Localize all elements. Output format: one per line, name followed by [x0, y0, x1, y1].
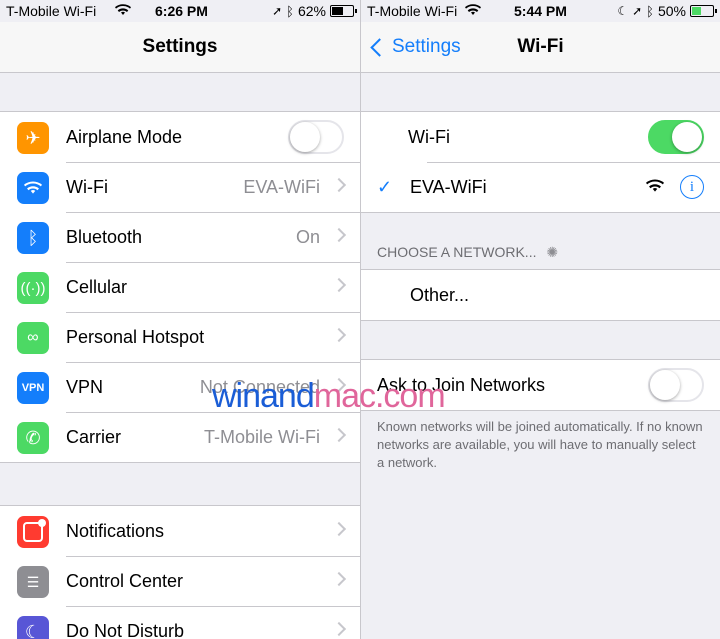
settings-pane: T-Mobile Wi-Fi 6:26 PM ➚ ᛒ 62% Settings … — [0, 0, 360, 639]
row-label: Wi-Fi — [66, 176, 108, 197]
phone-icon: ✆ — [17, 422, 49, 454]
checkmark-icon: ✓ — [377, 176, 393, 197]
status-right: ☾ ➚ ᛒ 50% — [617, 3, 717, 19]
bluetooth-icon: ᛒ — [17, 222, 49, 254]
ask-join-toggle[interactable] — [648, 368, 704, 402]
wifi-signal-icon — [115, 3, 131, 19]
moon-icon: ☾ — [17, 616, 49, 639]
wifi-toggle-row: Wi-Fi — [361, 112, 720, 162]
network-name: EVA-WiFi — [410, 176, 487, 197]
info-icon[interactable]: i — [680, 175, 704, 199]
row-label: Notifications — [66, 520, 165, 541]
row-detail: On — [295, 226, 320, 247]
row-label: Airplane Mode — [66, 126, 183, 147]
settings-row-notifications[interactable]: Notifications — [0, 506, 360, 556]
wifi-pane: T-Mobile Wi-Fi 5:44 PM ☾ ➚ ᛒ 50% Setting… — [361, 0, 720, 639]
battery-percent: 62% — [297, 3, 326, 19]
wifi-signal-icon — [465, 3, 481, 19]
chevron-right-icon — [331, 277, 347, 293]
row-label: Control Center — [66, 570, 184, 591]
watermark: winandmac.com — [212, 377, 446, 416]
row-label: Do Not Disturb — [66, 620, 185, 639]
chevron-right-icon — [331, 621, 347, 637]
location-arrow-icon: ➚ — [632, 4, 643, 18]
nav-bar: Settings Wi-Fi — [361, 22, 720, 73]
airplane-icon: ✈ — [17, 122, 49, 154]
clock-text: 6:26 PM — [155, 3, 208, 19]
airplane-mode-toggle[interactable] — [288, 120, 344, 154]
nav-bar: Settings — [0, 22, 360, 73]
bluetooth-status-icon: ᛒ — [646, 3, 654, 19]
carrier-text: T-Mobile Wi-Fi — [367, 3, 458, 19]
watermark-part1: winand — [212, 377, 315, 415]
settings-row-do-not-disturb[interactable]: ☾ Do Not Disturb — [0, 606, 360, 639]
settings-row-bluetooth[interactable]: ᛒ Bluetooth On — [0, 212, 360, 262]
spinner-icon: ✺ — [546, 244, 559, 260]
other-network-row[interactable]: Other... — [361, 270, 720, 320]
hotspot-icon: ∞ — [17, 322, 49, 354]
connected-network-row[interactable]: ✓ EVA-WiFi i — [361, 162, 720, 212]
battery-icon — [330, 5, 357, 17]
settings-row-personal-hotspot[interactable]: ∞ Personal Hotspot — [0, 312, 360, 362]
page-title: Wi-Fi — [517, 36, 564, 57]
settings-group-system: Notifications ☰ Control Center ☾ Do Not Dist… — [0, 505, 360, 639]
wifi-toggle[interactable] — [648, 120, 704, 154]
choose-network-header: CHOOSE A NETWORK... ✺ — [377, 244, 558, 261]
vpn-icon: VPN — [17, 372, 49, 404]
notifications-icon — [17, 516, 49, 548]
row-label: VPN — [66, 376, 104, 397]
settings-row-airplane-mode[interactable]: ✈ Airplane Mode — [0, 112, 360, 162]
chevron-right-icon — [331, 571, 347, 587]
row-detail: T-Mobile Wi-Fi — [204, 426, 320, 447]
other-network-group: Other... — [361, 269, 720, 321]
settings-row-wi-fi[interactable]: Wi-Fi EVA-WiFi — [0, 162, 360, 212]
chevron-right-icon — [331, 227, 347, 243]
battery-icon — [690, 5, 717, 17]
wifi-label: Wi-Fi — [408, 126, 450, 147]
choose-network-text: CHOOSE A NETWORK... — [377, 244, 537, 260]
wifi-group: Wi-Fi ✓ EVA-WiFi i — [361, 111, 720, 213]
row-detail: EVA-WiFi — [243, 176, 320, 197]
settings-row-control-center[interactable]: ☰ Control Center — [0, 556, 360, 606]
row-label: Carrier — [66, 426, 122, 447]
watermark-part2: mac.com — [313, 377, 446, 415]
row-label: Personal Hotspot — [66, 326, 205, 347]
row-label: Bluetooth — [66, 226, 143, 247]
ask-join-footer: Known networks will be joined automatica… — [377, 419, 703, 470]
chevron-right-icon — [331, 427, 347, 443]
bluetooth-status-icon: ᛒ — [286, 3, 294, 19]
chevron-right-icon — [331, 521, 347, 537]
status-bar: T-Mobile Wi-Fi 6:26 PM ➚ ᛒ 62% — [0, 0, 360, 22]
other-label: Other... — [410, 284, 470, 305]
battery-percent: 50% — [657, 3, 686, 19]
carrier-text: T-Mobile Wi-Fi — [6, 3, 97, 19]
clock-text: 5:44 PM — [514, 3, 567, 19]
chevron-right-icon — [331, 327, 347, 343]
wifi-icon — [17, 172, 49, 204]
row-label: Cellular — [66, 276, 128, 297]
page-title: Settings — [142, 36, 218, 57]
status-bar: T-Mobile Wi-Fi 5:44 PM ☾ ➚ ᛒ 50% — [361, 0, 720, 22]
moon-status-icon: ☾ — [617, 4, 629, 18]
location-arrow-icon: ➚ — [272, 4, 283, 18]
settings-row-carrier[interactable]: ✆ Carrier T-Mobile Wi-Fi — [0, 412, 360, 462]
control-center-icon: ☰ — [17, 566, 49, 598]
status-right: ➚ ᛒ 62% — [272, 3, 357, 19]
cellular-icon: ((·)) — [17, 272, 49, 304]
wifi-strength-icon — [646, 179, 664, 198]
settings-row-cellular[interactable]: ((·)) Cellular — [0, 262, 360, 312]
chevron-right-icon — [331, 177, 347, 193]
